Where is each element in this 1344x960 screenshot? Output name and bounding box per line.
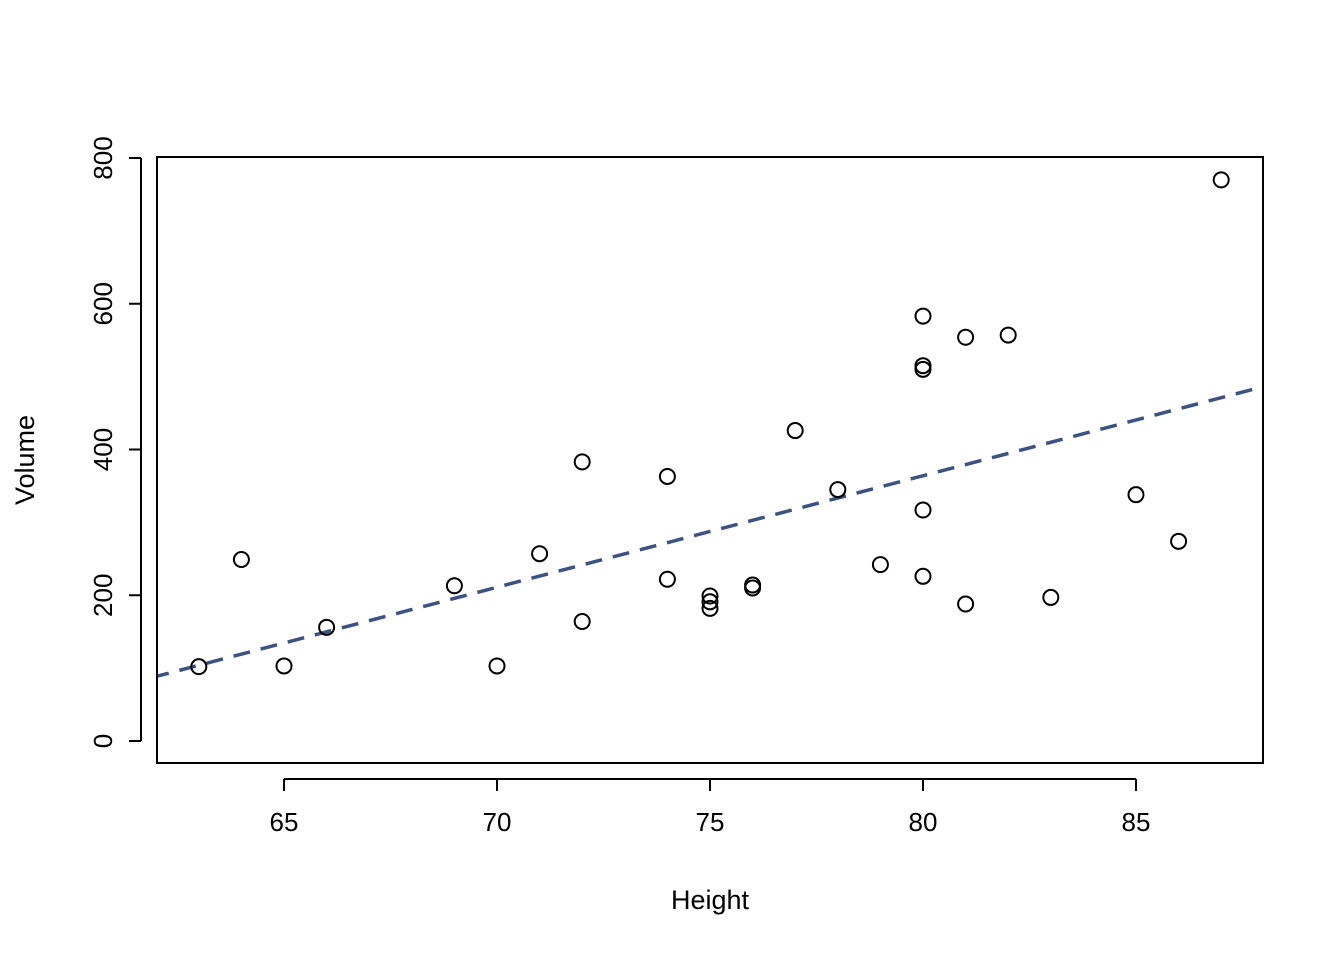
- data-point: [914, 360, 932, 378]
- x-axis: 65 70 75 80 85: [270, 778, 1151, 837]
- data-point: [1127, 486, 1145, 504]
- data-point: [786, 422, 804, 440]
- data-point: [914, 567, 932, 585]
- y-tick-label: 600: [88, 282, 118, 325]
- plot-frame: [156, 156, 1264, 764]
- data-point: [957, 328, 975, 346]
- data-point: [999, 326, 1017, 344]
- data-point: [573, 453, 591, 471]
- data-point: [914, 307, 932, 325]
- data-point: [957, 595, 975, 613]
- y-axis-title: Volume: [10, 415, 40, 505]
- y-tick-label: 200: [88, 574, 118, 617]
- x-tick-label: 75: [696, 807, 725, 837]
- data-point: [914, 501, 932, 519]
- y-tick-label: 800: [88, 136, 118, 179]
- data-point: [658, 570, 676, 588]
- y-tick-label: 0: [88, 734, 118, 748]
- data-point: [1212, 171, 1230, 189]
- y-axis: 0 200 400 600 800: [88, 136, 142, 748]
- x-tick-label: 85: [1122, 807, 1151, 837]
- data-point: [871, 556, 889, 574]
- x-tick-label: 65: [270, 807, 299, 837]
- data-point: [531, 545, 549, 563]
- data-point: [445, 577, 463, 595]
- scatter-chart: 0 200 400 600 800 65 70 75 80 85 Height Volume: [10, 136, 1264, 915]
- data-point: [1170, 532, 1188, 550]
- x-tick-label: 80: [909, 807, 938, 837]
- data-point: [232, 551, 250, 569]
- y-tick-label: 400: [88, 428, 118, 471]
- data-point: [1042, 588, 1060, 606]
- data-point: [829, 481, 847, 499]
- data-point: [275, 657, 293, 675]
- x-tick-label: 70: [483, 807, 512, 837]
- x-axis-title: Height: [671, 885, 750, 915]
- data-point: [573, 612, 591, 630]
- data-point: [488, 657, 506, 675]
- data-point: [914, 357, 932, 375]
- data-point: [658, 467, 676, 485]
- regression-line: [157, 384, 1263, 679]
